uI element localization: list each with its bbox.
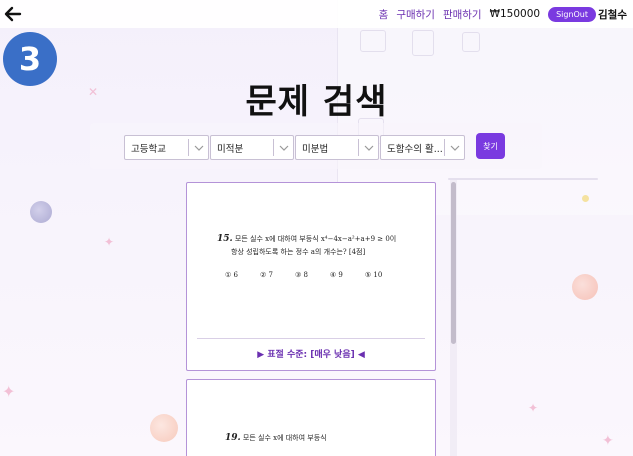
problem-text: 19. 모든 실수 x에 대하여 부등식 bbox=[225, 432, 430, 445]
choice-1: ① 6 bbox=[225, 271, 238, 279]
topic-select[interactable]: 도함수의 활... bbox=[380, 135, 465, 160]
answer-choices: ① 6 ② 7 ③ 8 ④ 9 ⑤ 10 bbox=[225, 271, 382, 279]
card-divider bbox=[197, 338, 425, 339]
nav-links: 홈 구매하기 판매하기 ₩150000 SignOut 김철수 bbox=[379, 0, 627, 28]
nav-buy-link[interactable]: 구매하기 bbox=[396, 7, 435, 22]
problem-text-line1: 모든 실수 x에 대하여 부등식 x⁴−4x−a²+a+9 ≥ 0이 bbox=[234, 235, 397, 243]
school-level-select[interactable]: 고등학교 bbox=[124, 135, 209, 160]
nav-sell-link[interactable]: 판매하기 bbox=[443, 7, 482, 22]
chevron-down-icon bbox=[274, 135, 293, 160]
signout-button[interactable]: SignOut bbox=[548, 6, 597, 22]
chevron-down-icon bbox=[445, 135, 464, 160]
decorative-sparkle: ✦ bbox=[528, 401, 539, 415]
problem-text-line1: 모든 실수 x에 대하여 부등식 bbox=[242, 434, 327, 442]
subject-select[interactable]: 미적분 bbox=[210, 135, 294, 160]
chevron-down-icon bbox=[359, 135, 378, 160]
decorative-sparkle: ✦ bbox=[2, 382, 16, 401]
unit-value: 미분법 bbox=[302, 143, 329, 155]
decorative-bubble bbox=[30, 201, 52, 223]
choice-2: ② 7 bbox=[259, 271, 273, 279]
page-title: 문제 검색 bbox=[245, 82, 388, 122]
choice-5: ⑤ 10 bbox=[364, 271, 383, 279]
problem-card[interactable]: 15. 모든 실수 x에 대하여 부등식 x⁴−4x−a²+a+9 ≥ 0이 항… bbox=[186, 182, 436, 371]
unit-select[interactable]: 미분법 bbox=[295, 135, 379, 160]
decorative-bubble bbox=[150, 414, 178, 442]
chevron-down-icon bbox=[189, 135, 208, 160]
search-button[interactable]: 찾기 bbox=[476, 133, 505, 159]
top-navigation-bar: 홈 구매하기 판매하기 ₩150000 SignOut 김철수 bbox=[0, 0, 633, 28]
scrollbar-thumb[interactable] bbox=[451, 182, 456, 344]
topic-value: 도함수의 활... bbox=[387, 143, 443, 155]
problem-number: 15. bbox=[217, 234, 233, 244]
problem-text-line2: 항상 성립하도록 하는 정수 a의 개수는? [4점] bbox=[231, 248, 366, 256]
plagiarism-level[interactable]: ▶ 표절 수준: [매우 낮음] ◀ bbox=[187, 347, 435, 360]
nav-home-link[interactable]: 홈 bbox=[379, 7, 389, 22]
choice-4: ④ 9 bbox=[329, 271, 343, 279]
balance-display: ₩150000 bbox=[489, 8, 541, 20]
choice-3: ③ 8 bbox=[294, 271, 308, 279]
problem-card[interactable]: 19. 모든 실수 x에 대하여 부등식 bbox=[186, 379, 436, 456]
problem-list: 15. 모든 실수 x에 대하여 부등식 x⁴−4x−a²+a+9 ≥ 0이 항… bbox=[183, 180, 460, 456]
problem-number: 19. bbox=[225, 433, 241, 443]
user-name: 김철수 bbox=[598, 8, 627, 21]
decorative-dot bbox=[582, 195, 589, 202]
problem-text: 15. 모든 실수 x에 대하여 부등식 x⁴−4x−a²+a+9 ≥ 0이 항… bbox=[217, 233, 432, 259]
decorative-sparkle: ✦ bbox=[104, 235, 115, 249]
subject-value: 미적분 bbox=[217, 143, 244, 155]
school-level-value: 고등학교 bbox=[131, 143, 166, 155]
arrow-left-icon[interactable] bbox=[4, 6, 22, 22]
decorative-bubble bbox=[572, 274, 598, 300]
decorative-sparkle: ✦ bbox=[602, 433, 614, 449]
